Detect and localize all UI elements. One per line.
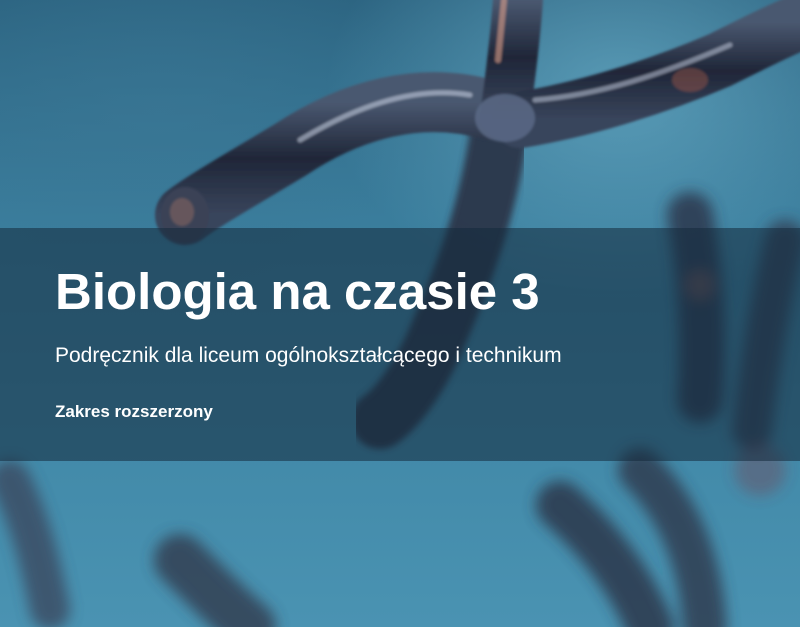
book-cover: Biologia na czasie 3 Podręcznik dla lice…	[0, 0, 800, 627]
scope-label: Zakres rozszerzony	[55, 402, 213, 421]
book-title: Biologia na czasie 3	[55, 263, 540, 320]
book-subtitle: Podręcznik dla liceum ogólnokształcącego…	[55, 344, 562, 367]
